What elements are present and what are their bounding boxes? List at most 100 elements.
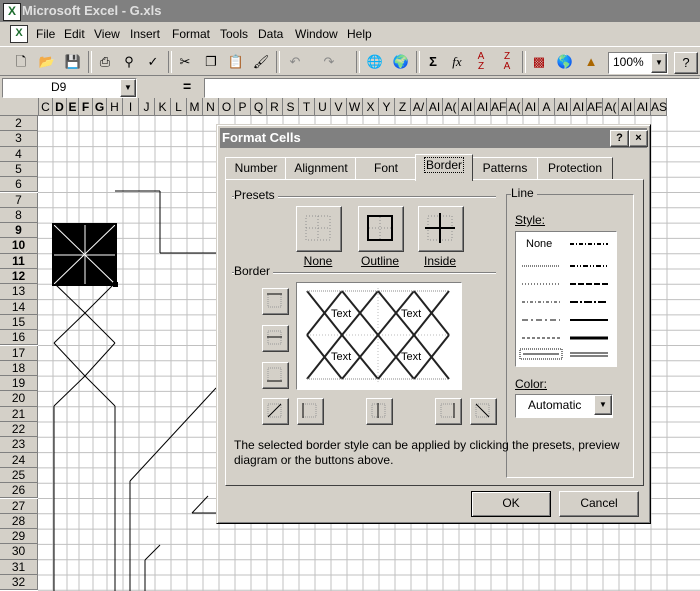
- row-header[interactable]: 17: [0, 345, 38, 361]
- column-header[interactable]: K: [155, 98, 171, 116]
- menu-format[interactable]: Format: [172, 27, 210, 41]
- hyperlink-icon[interactable]: 🌐: [364, 52, 386, 72]
- column-header[interactable]: S: [283, 98, 299, 116]
- row-header[interactable]: 29: [0, 529, 38, 545]
- row-header[interactable]: 18: [0, 360, 38, 377]
- row-header[interactable]: 28: [0, 513, 38, 530]
- row-header[interactable]: 6: [0, 177, 38, 193]
- border-middle-horizontal-button[interactable]: [262, 325, 289, 352]
- row-header[interactable]: 21: [0, 406, 38, 422]
- tab-protection[interactable]: Protection: [537, 157, 613, 180]
- tab-alignment[interactable]: Alignment: [285, 157, 357, 180]
- close-button[interactable]: ×: [629, 130, 648, 147]
- column-header[interactable]: O: [219, 98, 235, 116]
- column-header[interactable]: A: [539, 98, 555, 116]
- column-header[interactable]: A(: [443, 98, 459, 116]
- sort-descending-icon[interactable]: ZA: [496, 52, 518, 72]
- line-style-list[interactable]: None: [515, 231, 617, 367]
- preset-none-button[interactable]: [296, 206, 342, 252]
- row-header[interactable]: 26: [0, 483, 38, 499]
- sort-ascending-icon[interactable]: AZ: [470, 52, 492, 72]
- column-header[interactable]: N: [203, 98, 219, 116]
- menu-file[interactable]: File: [36, 27, 55, 41]
- column-header[interactable]: AI: [459, 98, 475, 116]
- row-header[interactable]: 3: [0, 131, 38, 147]
- row-header[interactable]: 22: [0, 422, 38, 438]
- row-header[interactable]: 12: [0, 269, 38, 285]
- column-header[interactable]: A(: [603, 98, 619, 116]
- border-left-button[interactable]: [297, 398, 324, 425]
- copy-icon[interactable]: ❐: [200, 52, 222, 72]
- preset-inside-button[interactable]: [418, 206, 464, 252]
- row-header[interactable]: 5: [0, 161, 38, 178]
- row-header[interactable]: 10: [0, 238, 38, 254]
- help-icon[interactable]: ?: [674, 52, 698, 74]
- menu-edit[interactable]: Edit: [64, 27, 85, 41]
- menu-insert[interactable]: Insert: [130, 27, 160, 41]
- row-header[interactable]: 4: [0, 146, 38, 162]
- row-header[interactable]: 15: [0, 314, 38, 331]
- column-header[interactable]: AI: [427, 98, 443, 116]
- column-header[interactable]: T: [299, 98, 315, 116]
- name-box[interactable]: D9 ▼: [2, 78, 137, 98]
- drawing-icon[interactable]: ▲: [580, 52, 602, 72]
- border-middle-vertical-button[interactable]: [366, 398, 393, 425]
- map-icon[interactable]: 🌎: [554, 52, 576, 72]
- border-right-button[interactable]: [435, 398, 462, 425]
- print-preview-icon[interactable]: ⚲: [118, 52, 140, 72]
- select-all-corner[interactable]: [0, 98, 39, 116]
- row-header[interactable]: 27: [0, 498, 38, 514]
- column-header[interactable]: Q: [251, 98, 267, 116]
- column-header[interactable]: AF: [491, 98, 507, 116]
- column-header[interactable]: AI: [635, 98, 651, 116]
- row-header[interactable]: 23: [0, 437, 38, 453]
- zoom-select[interactable]: 100% ▼: [608, 52, 668, 74]
- open-icon[interactable]: 📂: [36, 52, 58, 72]
- row-header[interactable]: 7: [0, 192, 38, 208]
- column-header[interactable]: A(: [507, 98, 523, 116]
- formula-input[interactable]: [204, 78, 700, 98]
- tab-number[interactable]: Number: [225, 157, 287, 180]
- column-header[interactable]: W: [347, 98, 363, 116]
- menu-tools[interactable]: Tools: [220, 27, 248, 41]
- row-header[interactable]: 11: [0, 253, 38, 269]
- chevron-down-icon[interactable]: ▼: [120, 79, 136, 97]
- column-header[interactable]: AI: [555, 98, 571, 116]
- tab-border[interactable]: Border: [415, 154, 473, 181]
- row-header[interactable]: 32: [0, 575, 38, 591]
- autosum-icon[interactable]: Σ: [422, 52, 444, 72]
- undo-icon[interactable]: ↶: [284, 52, 306, 72]
- row-header[interactable]: 20: [0, 391, 38, 407]
- border-preview[interactable]: Text Text Text Text: [296, 282, 462, 390]
- menu-data[interactable]: Data: [258, 27, 283, 41]
- column-header[interactable]: E: [67, 98, 79, 116]
- row-header[interactable]: 19: [0, 376, 38, 392]
- border-diagonal-up-button[interactable]: [262, 398, 289, 425]
- function-icon[interactable]: fx: [446, 52, 468, 72]
- row-header[interactable]: 25: [0, 467, 38, 484]
- column-header[interactable]: AS: [651, 98, 667, 116]
- column-header[interactable]: M: [187, 98, 203, 116]
- chevron-down-icon[interactable]: ▼: [651, 53, 667, 73]
- column-header[interactable]: L: [171, 98, 187, 116]
- spelling-icon[interactable]: ✓: [142, 52, 164, 72]
- row-header[interactable]: 8: [0, 207, 38, 224]
- preset-outline-button[interactable]: [358, 206, 404, 252]
- border-top-button[interactable]: [262, 288, 289, 315]
- menu-view[interactable]: View: [94, 27, 120, 41]
- border-bottom-button[interactable]: [262, 362, 289, 389]
- web-toolbar-icon[interactable]: 🌍: [390, 52, 412, 72]
- cancel-button[interactable]: Cancel: [559, 491, 639, 517]
- redo-icon[interactable]: ↷: [318, 52, 340, 72]
- new-icon[interactable]: 🗋: [10, 52, 32, 72]
- column-header[interactable]: R: [267, 98, 283, 116]
- format-painter-icon[interactable]: 🖌: [250, 52, 272, 72]
- row-header[interactable]: 13: [0, 284, 38, 300]
- row-header[interactable]: 16: [0, 330, 38, 346]
- tab-patterns[interactable]: Patterns: [471, 157, 539, 180]
- column-header[interactable]: I: [123, 98, 139, 116]
- menu-window[interactable]: Window: [295, 27, 338, 41]
- document-icon[interactable]: X: [10, 25, 28, 43]
- column-header[interactable]: U: [315, 98, 331, 116]
- cut-icon[interactable]: ✂: [174, 52, 196, 72]
